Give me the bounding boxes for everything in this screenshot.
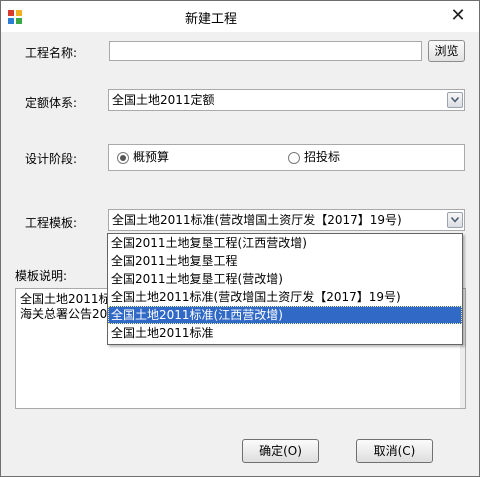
list-item[interactable]: 全国土地2011标准(营改增国土资厅发【2017】19号) bbox=[108, 288, 462, 306]
ok-button[interactable]: 确定(O) bbox=[242, 439, 319, 463]
radio-bidding-label[interactable]: 招投标 bbox=[304, 148, 340, 165]
new-project-dialog: 新建工程 ✕ 工程名称: 浏览 定额体系: 全国土地2011定额 设计阶段: 概… bbox=[0, 0, 480, 477]
quota-system-select[interactable]: 全国土地2011定额 bbox=[108, 89, 465, 111]
template-label: 工程模板: bbox=[25, 216, 78, 230]
close-icon[interactable]: ✕ bbox=[447, 5, 469, 27]
list-item-selected[interactable]: 全国土地2011标准(江西营改增) bbox=[108, 306, 462, 324]
browse-button[interactable]: 浏览 bbox=[428, 40, 465, 62]
chevron-down-icon[interactable] bbox=[447, 212, 463, 228]
radio-estimate[interactable] bbox=[117, 152, 129, 164]
list-item[interactable]: 全国2011土地复垦工程 bbox=[108, 252, 462, 270]
design-stage-group: 概预算 招投标 bbox=[108, 144, 465, 171]
template-dropdown-list[interactable]: 全国2011土地复垦工程(江西营改增) 全国2011土地复垦工程 全国2011土… bbox=[107, 233, 463, 345]
quota-system-label: 定额体系: bbox=[25, 96, 78, 110]
design-stage-label: 设计阶段: bbox=[25, 152, 78, 166]
template-value: 全国土地2011标准(营改增国土资厅发【2017】19号) bbox=[112, 213, 402, 227]
list-item[interactable]: 全国2011土地复垦工程(江西营改增) bbox=[108, 234, 462, 252]
radio-estimate-label[interactable]: 概预算 bbox=[133, 148, 169, 165]
list-item[interactable]: 全国2011土地复垦工程(营改增) bbox=[108, 270, 462, 288]
cancel-button[interactable]: 取消(C) bbox=[356, 439, 433, 463]
project-name-input[interactable] bbox=[109, 41, 422, 61]
radio-bidding[interactable] bbox=[288, 152, 300, 164]
quota-system-value: 全国土地2011定额 bbox=[112, 93, 215, 107]
chevron-down-icon[interactable] bbox=[447, 92, 463, 108]
list-item[interactable]: 全国土地2011标准 bbox=[108, 324, 462, 342]
window-title: 新建工程 bbox=[184, 12, 237, 27]
project-name-label: 工程名称: bbox=[25, 46, 78, 60]
template-select[interactable]: 全国土地2011标准(营改增国土资厅发【2017】19号) bbox=[108, 209, 465, 231]
title-bar: 新建工程 ✕ bbox=[1, 1, 479, 32]
template-desc-label: 模板说明: bbox=[15, 269, 68, 283]
